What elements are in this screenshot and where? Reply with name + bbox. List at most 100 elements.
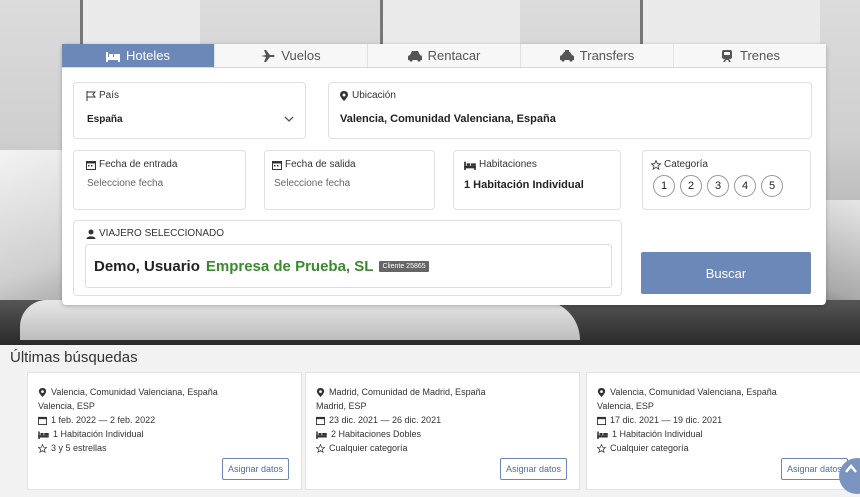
recent-city: Valencia, ESP (38, 401, 95, 411)
taxi-icon (559, 49, 574, 62)
flag-icon (86, 90, 96, 101)
recent-city: Madrid, ESP (316, 401, 367, 411)
recent-search-card: Valencia, Comunidad Valenciana, España V… (586, 372, 860, 490)
recent-location-line: Valencia, Comunidad Valenciana, España (38, 387, 218, 397)
category-option-3[interactable]: 3 (707, 175, 729, 197)
bed-icon (464, 161, 476, 170)
recent-location: Valencia, Comunidad Valenciana, España (51, 387, 218, 397)
recent-category: Cualquier categoría (329, 443, 408, 453)
recent-location: Valencia, Comunidad Valenciana, España (610, 387, 777, 397)
search-card: Hoteles Vuelos Rentacar Transfers Trenes… (62, 44, 826, 305)
bed-icon (597, 431, 608, 439)
search-button[interactable]: Buscar (641, 252, 811, 294)
recent-dates-line: 1 feb. 2022 — 2 feb. 2022 (38, 415, 155, 425)
location-field[interactable]: Ubicación Valencia, Comunidad Valenciana… (328, 82, 812, 139)
star-icon (316, 443, 325, 453)
product-tabs: Hoteles Vuelos Rentacar Transfers Trenes (62, 44, 826, 68)
recent-category-line: Cualquier categoría (597, 443, 689, 453)
rooms-field[interactable]: Habitaciones 1 Habitación Individual (453, 150, 621, 210)
tab-label: Vuelos (281, 48, 321, 63)
calendar-icon (316, 416, 325, 425)
user-icon (86, 229, 96, 239)
train-icon (722, 49, 732, 62)
tab-rentacar[interactable]: Rentacar (368, 44, 521, 67)
checkout-placeholder: Seleccione fecha (274, 178, 351, 189)
checkout-date-field[interactable]: Fecha de salida Seleccione fecha (264, 150, 435, 210)
bed-icon (38, 431, 49, 439)
calendar-icon (38, 416, 47, 425)
country-label-wrap: País (86, 90, 119, 101)
bed-icon (105, 51, 120, 62)
recent-search-card: Valencia, Comunidad Valenciana, España V… (27, 372, 302, 490)
country-value: España (87, 114, 123, 125)
recent-category: Cualquier categoría (610, 443, 689, 453)
category-option-4[interactable]: 4 (734, 175, 756, 197)
recent-rooms-line: 2 Habitaciones Dobles (316, 429, 421, 439)
traveler-label: VIAJERO SELECCIONADO (99, 228, 225, 239)
recent-searches-title: Últimas búsquedas (10, 349, 138, 366)
car-icon (407, 50, 422, 62)
checkout-label-wrap: Fecha de salida (272, 159, 356, 170)
category-label: Categoría (664, 159, 708, 170)
star-icon (597, 443, 606, 453)
tab-transfers[interactable]: Transfers (521, 44, 674, 67)
tab-label: Trenes (740, 48, 780, 63)
plane-icon (261, 49, 275, 62)
checkin-placeholder: Seleccione fecha (87, 178, 164, 189)
recent-rooms: 1 Habitación Individual (612, 429, 703, 439)
rooms-value: 1 Habitación Individual (464, 179, 584, 191)
category-label-wrap: Categoría (651, 159, 708, 170)
category-option-2[interactable]: 2 (680, 175, 702, 197)
tab-trenes[interactable]: Trenes (674, 44, 826, 67)
country-label: País (99, 90, 120, 101)
recent-dates: 23 dic. 2021 — 26 dic. 2021 (329, 415, 442, 425)
recent-rooms-line: 1 Habitación Individual (597, 429, 703, 439)
recent-category: 3 y 5 estrellas (51, 443, 107, 453)
recent-dates-line: 17 dic. 2021 — 19 dic. 2021 (597, 415, 722, 425)
recent-rooms: 1 Habitación Individual (53, 429, 144, 439)
category-option-1[interactable]: 1 (653, 175, 675, 197)
recent-category-line: 3 y 5 estrellas (38, 443, 107, 453)
category-options: 1 2 3 4 5 (653, 175, 783, 197)
rooms-label-wrap: Habitaciones (464, 159, 537, 170)
category-option-5[interactable]: 5 (761, 175, 783, 197)
recent-rooms: 2 Habitaciones Dobles (331, 429, 422, 439)
recent-rooms-line: 1 Habitación Individual (38, 429, 144, 439)
bed-icon (316, 431, 327, 439)
assign-data-button[interactable]: Asignar datos (221, 458, 289, 480)
chevron-up-icon (845, 464, 857, 473)
map-marker-icon (316, 387, 325, 397)
star-icon (651, 159, 661, 170)
recent-dates: 17 dic. 2021 — 19 dic. 2021 (610, 415, 723, 425)
location-value: Valencia, Comunidad Valenciana, España (340, 113, 556, 125)
client-badge: Cliente 25865 (379, 260, 429, 272)
tab-label: Rentacar (427, 48, 481, 63)
location-label: Ubicación (352, 90, 396, 101)
star-icon (38, 443, 47, 453)
category-field: Categoría 1 2 3 4 5 (642, 150, 811, 210)
recent-city: Valencia, ESP (597, 401, 654, 411)
recent-search-card: Madrid, Comunidad de Madrid, España Madr… (305, 372, 580, 490)
tab-hoteles[interactable]: Hoteles (62, 44, 215, 67)
chevron-down-icon (284, 116, 294, 122)
assign-data-button[interactable]: Asignar datos (780, 458, 848, 480)
traveler-field[interactable]: Demo, Usuario Empresa de Prueba, SL Clie… (85, 244, 612, 288)
map-marker-icon (38, 387, 47, 397)
sheet-decor (20, 300, 580, 340)
recent-location-line: Madrid, Comunidad de Madrid, España (316, 387, 486, 397)
recent-location: Madrid, Comunidad de Madrid, España (329, 387, 486, 397)
traveler-name: Demo, Usuario (94, 257, 200, 275)
checkin-label: Fecha de entrada (99, 159, 178, 170)
assign-data-button[interactable]: Asignar datos (499, 458, 567, 480)
traveler-label-wrap: VIAJERO SELECCIONADO (86, 228, 224, 239)
recent-dates: 1 feb. 2022 — 2 feb. 2022 (51, 415, 156, 425)
calendar-icon (597, 416, 606, 425)
tab-vuelos[interactable]: Vuelos (215, 44, 368, 67)
rooms-label: Habitaciones (479, 159, 537, 170)
traveler-panel: VIAJERO SELECCIONADO Demo, Usuario Empre… (73, 220, 622, 296)
tab-label: Transfers (579, 48, 635, 63)
map-marker-icon (340, 90, 348, 101)
recent-location-line: Valencia, Comunidad Valenciana, España (597, 387, 777, 397)
checkin-date-field[interactable]: Fecha de entrada Seleccione fecha (73, 150, 246, 210)
country-select[interactable]: País España (73, 82, 306, 139)
